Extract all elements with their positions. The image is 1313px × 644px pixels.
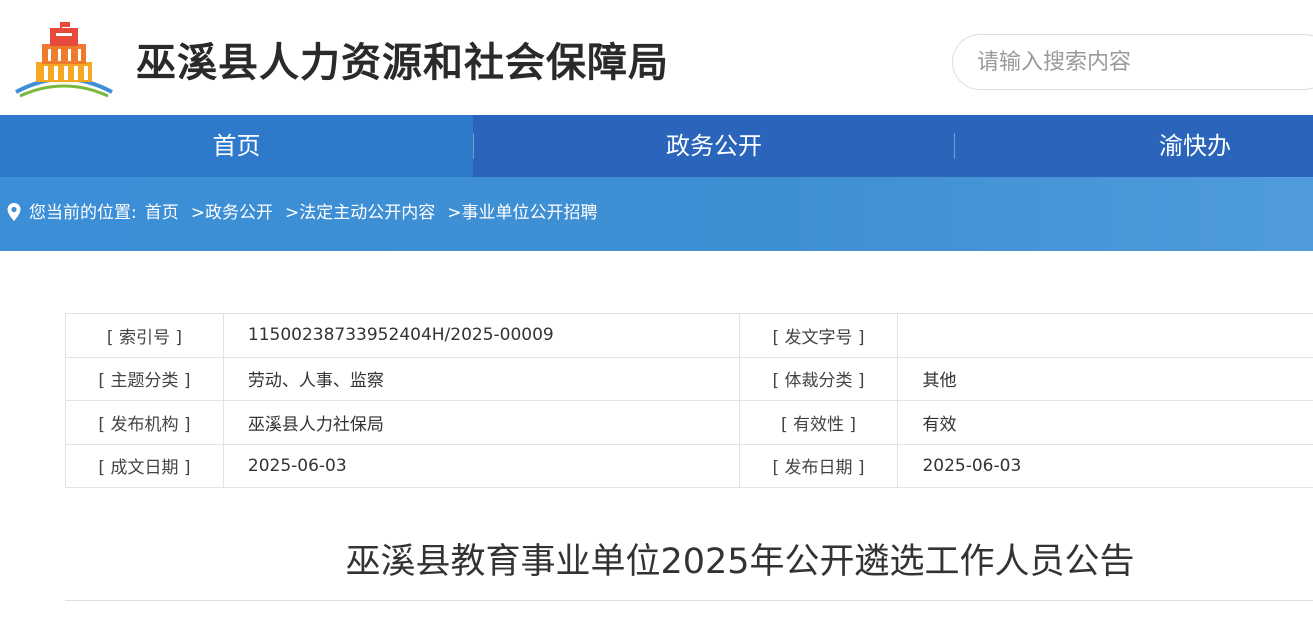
document-meta-table: [ 索引号 ] 11500238733952404H/2025-00009 [ … xyxy=(65,313,1313,488)
header: 巫溪县人力资源和社会保障局 xyxy=(0,0,1313,115)
breadcrumb-prefix: 您当前的位置: xyxy=(29,203,137,223)
meta-value-written-date: 2025-06-03 xyxy=(222,443,740,488)
nav-item-yukuaiban[interactable]: 渝快办 xyxy=(955,115,1313,177)
meta-value-topic: 劳动、人事、监察 xyxy=(222,356,740,401)
breadcrumb: 您当前的位置: 首页 >政务公开 >法定主动公开内容 >事业单位公开招聘 xyxy=(6,199,597,227)
meta-label-genre: [ 体裁分类 ] xyxy=(738,356,899,401)
site-logo[interactable] xyxy=(14,22,114,98)
meta-label-publish-date: [ 发布日期 ] xyxy=(738,443,899,488)
breadcrumb-link-home[interactable]: 首页 xyxy=(145,199,179,227)
table-row: [ 发布机构 ] 巫溪县人力社保局 [ 有效性 ] 有效 xyxy=(65,400,1313,445)
meta-value-publisher: 巫溪县人力社保局 xyxy=(222,400,740,445)
meta-value-genre: 其他 xyxy=(897,356,1313,401)
nav-item-home[interactable]: 首页 xyxy=(0,115,473,177)
meta-label-doc-number: [ 发文字号 ] xyxy=(738,313,899,358)
meta-label-written-date: [ 成文日期 ] xyxy=(65,443,224,488)
breadcrumb-link-statutory-disclosure[interactable]: >法定主动公开内容 xyxy=(285,199,435,227)
meta-value-publish-date: 2025-06-03 xyxy=(897,443,1313,488)
article-title: 巫溪县教育事业单位2025年公开遴选工作人员公告 xyxy=(345,542,1135,582)
meta-value-doc-number xyxy=(897,313,1313,358)
table-row: [ 主题分类 ] 劳动、人事、监察 [ 体裁分类 ] 其他 xyxy=(65,356,1313,401)
meta-label-topic: [ 主题分类 ] xyxy=(65,356,224,401)
breadcrumb-link-government-affairs[interactable]: >政务公开 xyxy=(191,199,273,227)
breadcrumb-band: 您当前的位置: 首页 >政务公开 >法定主动公开内容 >事业单位公开招聘 xyxy=(0,177,1313,251)
main-nav: 首页 政务公开 渝快办 xyxy=(0,115,1313,177)
table-row: [ 索引号 ] 11500238733952404H/2025-00009 [ … xyxy=(65,313,1313,358)
breadcrumb-link-public-recruitment[interactable]: >事业单位公开招聘 xyxy=(447,199,597,227)
meta-value-validity: 有效 xyxy=(897,400,1313,445)
site-title: 巫溪县人力资源和社会保障局 xyxy=(136,40,669,86)
search-box[interactable] xyxy=(952,34,1313,90)
location-pin-icon xyxy=(7,203,21,221)
meta-value-index: 11500238733952404H/2025-00009 xyxy=(222,313,740,358)
table-row: [ 成文日期 ] 2025-06-03 [ 发布日期 ] 2025-06-03 xyxy=(65,443,1313,488)
meta-label-publisher: [ 发布机构 ] xyxy=(65,400,224,445)
title-divider xyxy=(65,600,1313,601)
page: 巫溪县人力资源和社会保障局 首页 政务公开 渝快办 您当前的位置: 首页 >政务… xyxy=(0,0,1313,644)
search-input[interactable] xyxy=(977,35,1307,89)
nav-item-government-affairs[interactable]: 政务公开 xyxy=(474,115,954,177)
meta-label-validity: [ 有效性 ] xyxy=(738,400,899,445)
meta-label-index: [ 索引号 ] xyxy=(65,313,224,358)
